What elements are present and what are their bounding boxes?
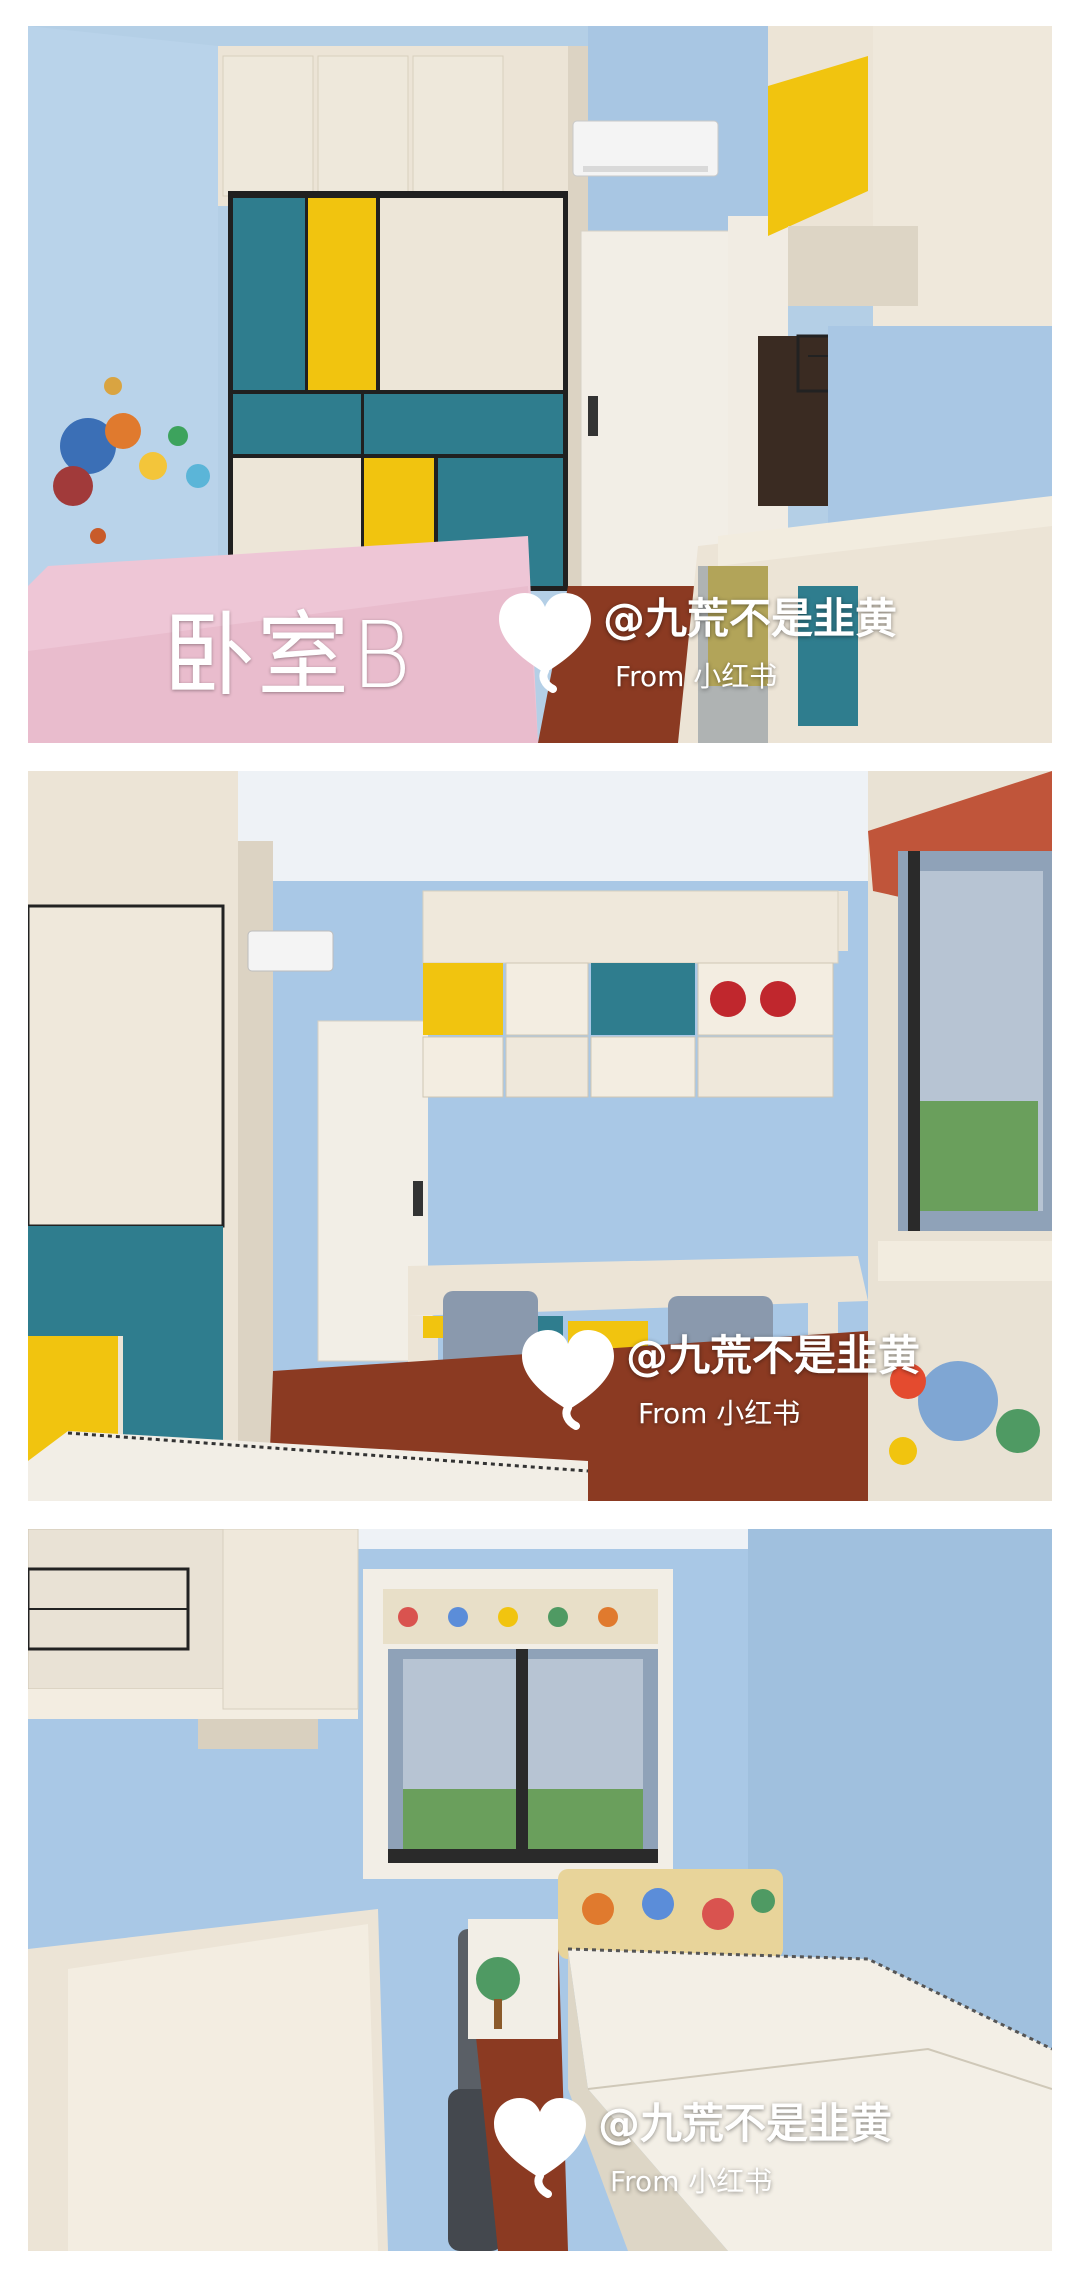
heart-logo-icon — [494, 2098, 586, 2198]
watermark-source: From 小红书 — [638, 1397, 801, 1430]
heart-logo-icon — [522, 1330, 614, 1430]
watermark-handle: @九荒不是韭黄 — [598, 2099, 893, 2148]
watermark-handle: @九荒不是韭黄 — [626, 1331, 921, 1380]
watermark-handle: @九荒不是韭黄 — [603, 594, 898, 643]
watermark-source: From 小红书 — [615, 660, 778, 693]
room-label: 卧室B — [163, 602, 414, 709]
heart-logo-icon — [499, 593, 591, 693]
watermark-source: From 小红书 — [610, 2165, 773, 2198]
